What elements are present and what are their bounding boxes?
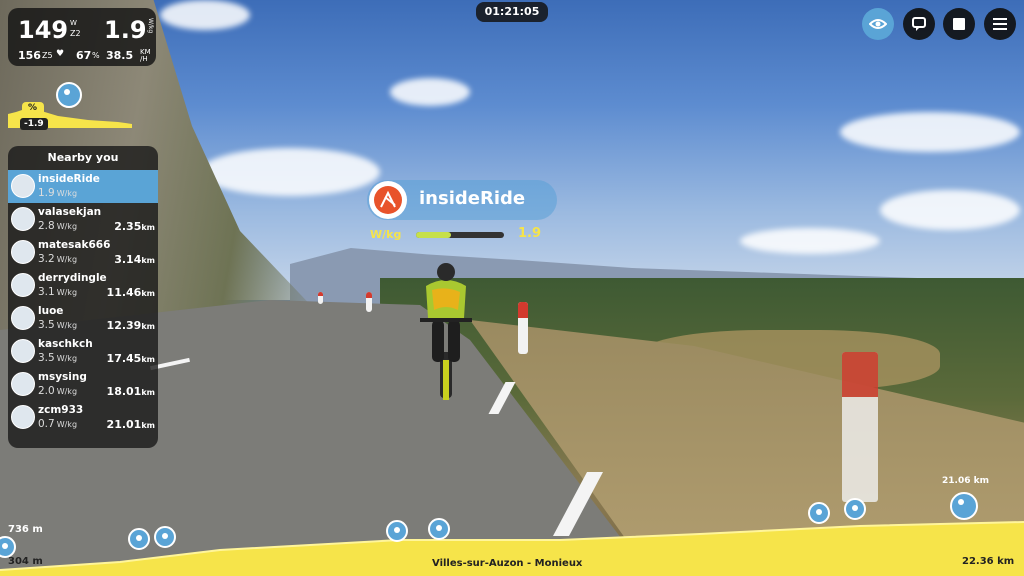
road-post [366,292,372,312]
rider-distance: 18.01km [106,385,155,398]
heart-rate-value: 156 [18,49,41,62]
rider-wkg: 3.5 W/kg [38,352,78,364]
my-route-pin [950,492,978,520]
chat-button[interactable] [903,8,935,40]
rider-name: matesak666 [38,239,111,251]
rider-distance: 21.01km [106,418,155,431]
rider-banner: insideRide [367,180,557,220]
nearby-panel: Nearby you insideRide 1.9 W/kg valasekjan 2.… [8,146,158,448]
rider-avatar [11,339,35,363]
rider-pin [154,526,176,548]
cadence-value: 67 [76,49,92,62]
banner-wkg-bar: W/kg 1.9 [370,226,546,244]
rider-avatar [11,207,35,231]
banner-wkg-label: W/kg [370,228,402,241]
wkg-bar-track [416,232,504,238]
chat-icon [912,17,926,31]
nearby-rider-row[interactable]: insideRide 1.9 W/kg [8,170,158,203]
elevation-max: 736 m [8,524,43,535]
power-zone: Z2 [70,29,81,38]
heart-icon: ♥ [56,49,65,59]
rider-distance: 17.45km [106,352,155,365]
rider-distance: 12.39km [106,319,155,332]
power-unit: W [70,19,77,27]
wkg-unit: W/kg [147,18,154,34]
insideride-logo [369,181,407,219]
rider-pin [386,520,408,542]
banner-wkg-value: 1.9 [518,226,542,241]
view-toggle-button[interactable] [862,8,894,40]
elevation-min: 304 m [8,556,43,567]
rider-avatar [11,405,35,429]
cyclist [420,263,472,400]
wkg-value: 1.9 [104,16,147,44]
route-name: Villes-sur-Auzon - Monieux [432,558,583,569]
speed-value: 38.5 [106,49,134,62]
road-post [518,302,528,354]
rider-name: kaschkch [38,338,93,350]
hr-zone: Z5 [42,51,53,60]
nearby-rider-row[interactable]: kaschkch 3.5 W/kg 17.45km [8,335,158,368]
elevation-profile: 736 m 304 m Villes-sur-Auzon - Monieux 2… [0,476,1024,576]
metrics-panel: 149 W Z2 1.9 W/kg 156 Z5 ♥ 67 % 38.5 KM … [8,8,156,66]
nearby-rider-row[interactable]: zcm933 0.7 W/kg 21.01km [8,401,158,434]
cloud [880,190,1020,230]
rider-name: valasekjan [38,206,102,218]
power-value: 149 [18,16,69,44]
speed-unit-bottom: /H [140,55,148,63]
rider-wkg: 0.7 W/kg [38,418,78,430]
nearby-title: Nearby you [47,151,119,164]
rider-avatar [11,372,35,396]
cadence-unit: % [92,51,100,60]
ride-timer: 01:21:05 [476,2,548,22]
rider-name: derrydingle [38,272,107,284]
gradient-symbol: % [28,103,38,113]
rider-name: msysing [38,371,87,383]
nearby-rider-row[interactable]: valasekjan 2.8 W/kg 2.35km [8,203,158,236]
current-position-distance: 21.06 km [942,476,989,486]
cloud [840,112,1020,152]
logo-icon [374,186,402,214]
eye-icon [869,19,887,29]
rider-distance: 11.46km [106,286,155,299]
rider-name: insideRide [38,173,100,185]
cloud [200,148,380,196]
rider-wkg: 2.8 W/kg [38,220,78,232]
stop-button[interactable] [943,8,975,40]
rider-name: zcm933 [38,404,84,416]
rider-avatar [11,174,35,198]
rider-pin [428,518,450,540]
nearby-rider-row[interactable]: derrydingle 3.1 W/kg 11.46km [8,269,158,302]
rider-pin [128,528,150,550]
rider-distance: 2.35km [114,220,155,233]
rider-wkg: 2.0 W/kg [38,385,78,397]
rider-distance: 3.14km [114,253,155,266]
wkg-bar-fill [416,232,452,238]
cloud [390,78,470,106]
road-post-near [842,352,878,502]
stop-icon [953,18,965,30]
nearby-rider-row[interactable]: luoe 3.5 W/kg 12.39km [8,302,158,335]
rider-name: luoe [38,305,64,317]
route-total-distance: 22.36 km [962,556,1015,567]
nearby-rider-row[interactable]: matesak666 3.2 W/kg 3.14km [8,236,158,269]
rider-wkg: 3.2 W/kg [38,253,78,265]
gradient-value: -1.9 [20,118,48,130]
nearby-rider-row[interactable]: msysing 2.0 W/kg 18.01km [8,368,158,401]
rider-avatar [11,306,35,330]
rider-avatar [11,273,35,297]
rider-wkg: 3.5 W/kg [38,319,78,331]
rider-pin [844,498,866,520]
menu-button[interactable] [984,8,1016,40]
rider-wkg: 1.9 W/kg [38,187,78,199]
my-position-pin [56,82,82,108]
rider-wkg: 3.1 W/kg [38,286,78,298]
banner-rider-name: insideRide [419,188,526,209]
hamburger-icon [993,18,1007,30]
cloud [160,0,250,30]
rider-pin [808,502,830,524]
cloud [740,228,880,254]
rider-avatar [11,240,35,264]
road-post [318,292,323,304]
